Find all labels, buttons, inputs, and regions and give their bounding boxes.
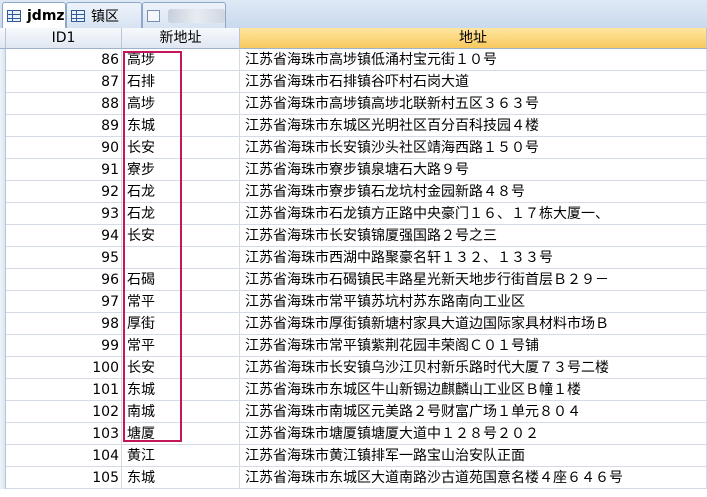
cell-id[interactable]: 95 bbox=[6, 247, 122, 269]
cell-new-address[interactable]: 常平 bbox=[122, 335, 240, 357]
cell-address[interactable]: 江苏省海珠市东城区光明社区百分百科技园４楼 bbox=[240, 115, 707, 137]
cell-new-address[interactable]: 长安 bbox=[122, 225, 240, 247]
tab-zhenqu[interactable]: 镇区 bbox=[66, 2, 142, 28]
cell-new-address[interactable]: 塘厦 bbox=[122, 423, 240, 445]
cell-new-address[interactable]: 石碣 bbox=[122, 269, 240, 291]
cell-new-address[interactable]: 长安 bbox=[122, 357, 240, 379]
cell-address[interactable]: 江苏省海珠市长安镇乌沙江贝村新乐路时代大厦７３号二楼 bbox=[240, 357, 707, 379]
cell-id[interactable]: 97 bbox=[6, 291, 122, 313]
redacted-tab-label bbox=[168, 8, 225, 23]
cell-id[interactable]: 90 bbox=[6, 137, 122, 159]
table-icon bbox=[71, 9, 85, 22]
cell-new-address[interactable]: 南城 bbox=[122, 401, 240, 423]
column-header-address[interactable]: 地址 bbox=[240, 28, 707, 49]
cell-new-address[interactable]: 东城 bbox=[122, 467, 240, 489]
cell-new-address[interactable] bbox=[122, 247, 240, 269]
cell-id[interactable]: 88 bbox=[6, 93, 122, 115]
cell-id[interactable]: 92 bbox=[6, 181, 122, 203]
cell-new-address[interactable]: 寮步 bbox=[122, 159, 240, 181]
cell-new-address[interactable]: 石龙 bbox=[122, 181, 240, 203]
cell-id[interactable]: 103 bbox=[6, 423, 122, 445]
cell-address[interactable]: 江苏省海珠市黄江镇排军一路宝山治安队正面 bbox=[240, 445, 707, 467]
table-icon bbox=[7, 10, 21, 22]
cell-new-address[interactable]: 高埗 bbox=[122, 49, 240, 71]
cell-id[interactable]: 93 bbox=[6, 203, 122, 225]
cell-new-address[interactable]: 石排 bbox=[122, 71, 240, 93]
cell-address[interactable]: 江苏省海珠市石龙镇方正路中央豪门１６、１７栋大厦一、 bbox=[240, 203, 707, 225]
cell-address[interactable]: 江苏省海珠市高埗镇高埗北联新村五区３６３号 bbox=[240, 93, 707, 115]
cell-id[interactable]: 94 bbox=[6, 225, 122, 247]
tab-jdmz[interactable]: jdmz bbox=[2, 2, 66, 29]
cell-address[interactable]: 江苏省海珠市东城区牛山新锡边麒麟山工业区Ｂ幢１楼 bbox=[240, 379, 707, 401]
cell-address[interactable]: 江苏省海珠市高埗镇低涌村宝元街１０号 bbox=[240, 49, 707, 71]
cell-address[interactable]: 江苏省海珠市东城区大道南路沙古道苑国意名楼４座６４６号 bbox=[240, 467, 707, 489]
cell-address[interactable]: 江苏省海珠市西湖中路聚豪名轩１３２、１３３号 bbox=[240, 247, 707, 269]
cell-id[interactable]: 99 bbox=[6, 335, 122, 357]
cell-address[interactable]: 江苏省海珠市常平镇紫荆花园丰荣阁Ｃ０１号铺 bbox=[240, 335, 707, 357]
cell-new-address[interactable]: 东城 bbox=[122, 379, 240, 401]
cell-address[interactable]: 江苏省海珠市石碣镇民丰路星光新天地步行街首层Ｂ２９－ bbox=[240, 269, 707, 291]
cell-id[interactable]: 102 bbox=[6, 401, 122, 423]
cell-new-address[interactable]: 常平 bbox=[122, 291, 240, 313]
cell-address[interactable]: 江苏省海珠市厚街镇新塘村家具大道边国际家具材料市场Ｂ bbox=[240, 313, 707, 335]
cell-id[interactable]: 98 bbox=[6, 313, 122, 335]
document-tab-bar: jdmz 镇区 bbox=[0, 0, 707, 29]
column-header-id[interactable]: ID1 bbox=[6, 28, 122, 49]
cell-address[interactable]: 江苏省海珠市长安镇沙头社区靖海西路１５０号 bbox=[240, 137, 707, 159]
tab-redacted[interactable] bbox=[142, 2, 226, 28]
cell-new-address[interactable]: 厚街 bbox=[122, 313, 240, 335]
cell-id[interactable]: 104 bbox=[6, 445, 122, 467]
cell-id[interactable]: 89 bbox=[6, 115, 122, 137]
cell-id[interactable]: 96 bbox=[6, 269, 122, 291]
tab-label: jdmz bbox=[27, 8, 65, 24]
cell-id[interactable]: 91 bbox=[6, 159, 122, 181]
cell-address[interactable]: 江苏省海珠市常平镇苏坑村苏东路南向工业区 bbox=[240, 291, 707, 313]
cell-address[interactable]: 江苏省海珠市南城区元美路２号财富广场１单元８０４ bbox=[240, 401, 707, 423]
cell-address[interactable]: 江苏省海珠市寮步镇泉塘石大路９号 bbox=[240, 159, 707, 181]
column-header-new-address[interactable]: 新地址 bbox=[122, 28, 240, 49]
cell-new-address[interactable]: 石龙 bbox=[122, 203, 240, 225]
cell-new-address[interactable]: 黄江 bbox=[122, 445, 240, 467]
cell-new-address[interactable]: 东城 bbox=[122, 115, 240, 137]
cell-address[interactable]: 江苏省海珠市长安镇锦厦强国路２号之三 bbox=[240, 225, 707, 247]
cell-new-address[interactable]: 高埗 bbox=[122, 93, 240, 115]
cell-new-address[interactable]: 长安 bbox=[122, 137, 240, 159]
cell-address[interactable]: 江苏省海珠市寮步镇石龙坑村金园新路４８号 bbox=[240, 181, 707, 203]
query-icon bbox=[147, 9, 161, 22]
cell-id[interactable]: 100 bbox=[6, 357, 122, 379]
cell-id[interactable]: 105 bbox=[6, 467, 122, 489]
cell-address[interactable]: 江苏省海珠市塘厦镇塘厦大道中１２８号２０２ bbox=[240, 423, 707, 445]
cell-id[interactable]: 86 bbox=[6, 49, 122, 71]
tab-label: 镇区 bbox=[91, 8, 119, 25]
cell-id[interactable]: 101 bbox=[6, 379, 122, 401]
cell-address[interactable]: 江苏省海珠市石排镇谷吓村石岗大道 bbox=[240, 71, 707, 93]
cell-id[interactable]: 87 bbox=[6, 71, 122, 93]
